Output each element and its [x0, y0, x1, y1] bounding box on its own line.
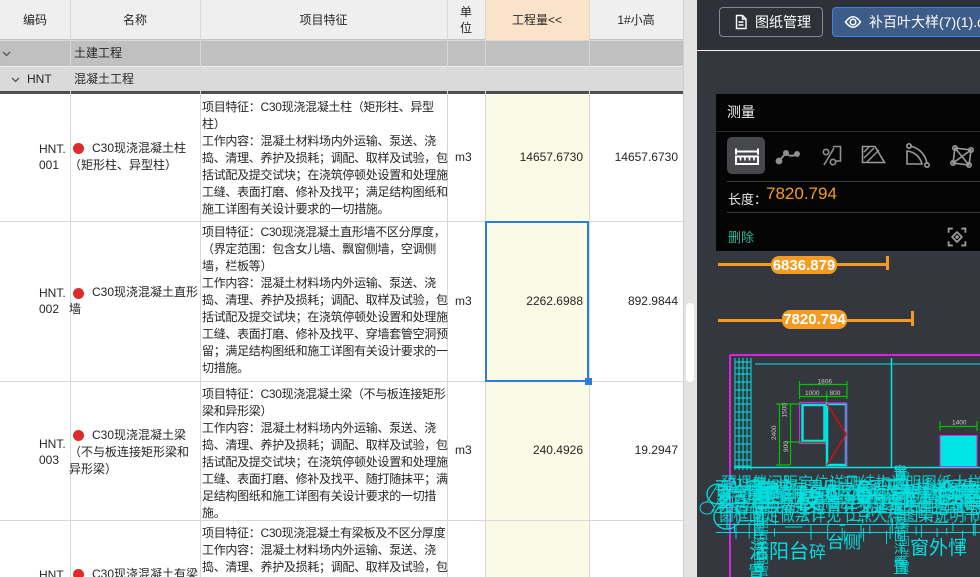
- svg-text:6: 6: [855, 474, 873, 510]
- svg-text:900: 900: [783, 441, 790, 452]
- svg-text:800: 800: [830, 390, 841, 397]
- svg-text:6: 6: [825, 480, 838, 507]
- svg-text:窗外惲: 窗外惲: [910, 537, 967, 559]
- svg-text:台侧: 台侧: [827, 533, 861, 552]
- svg-text:1000: 1000: [805, 390, 820, 397]
- svg-text:管: 管: [959, 481, 980, 511]
- svg-text:枝: 枝: [795, 485, 821, 515]
- svg-text:2400: 2400: [771, 425, 778, 440]
- svg-text:1806: 1806: [818, 379, 833, 386]
- svg-text:仓: 仓: [933, 478, 961, 509]
- svg-text:置: 置: [899, 561, 910, 574]
- svg-text:1500: 1500: [782, 403, 789, 418]
- svg-text:置: 置: [758, 565, 769, 577]
- svg-text:1400: 1400: [952, 420, 967, 427]
